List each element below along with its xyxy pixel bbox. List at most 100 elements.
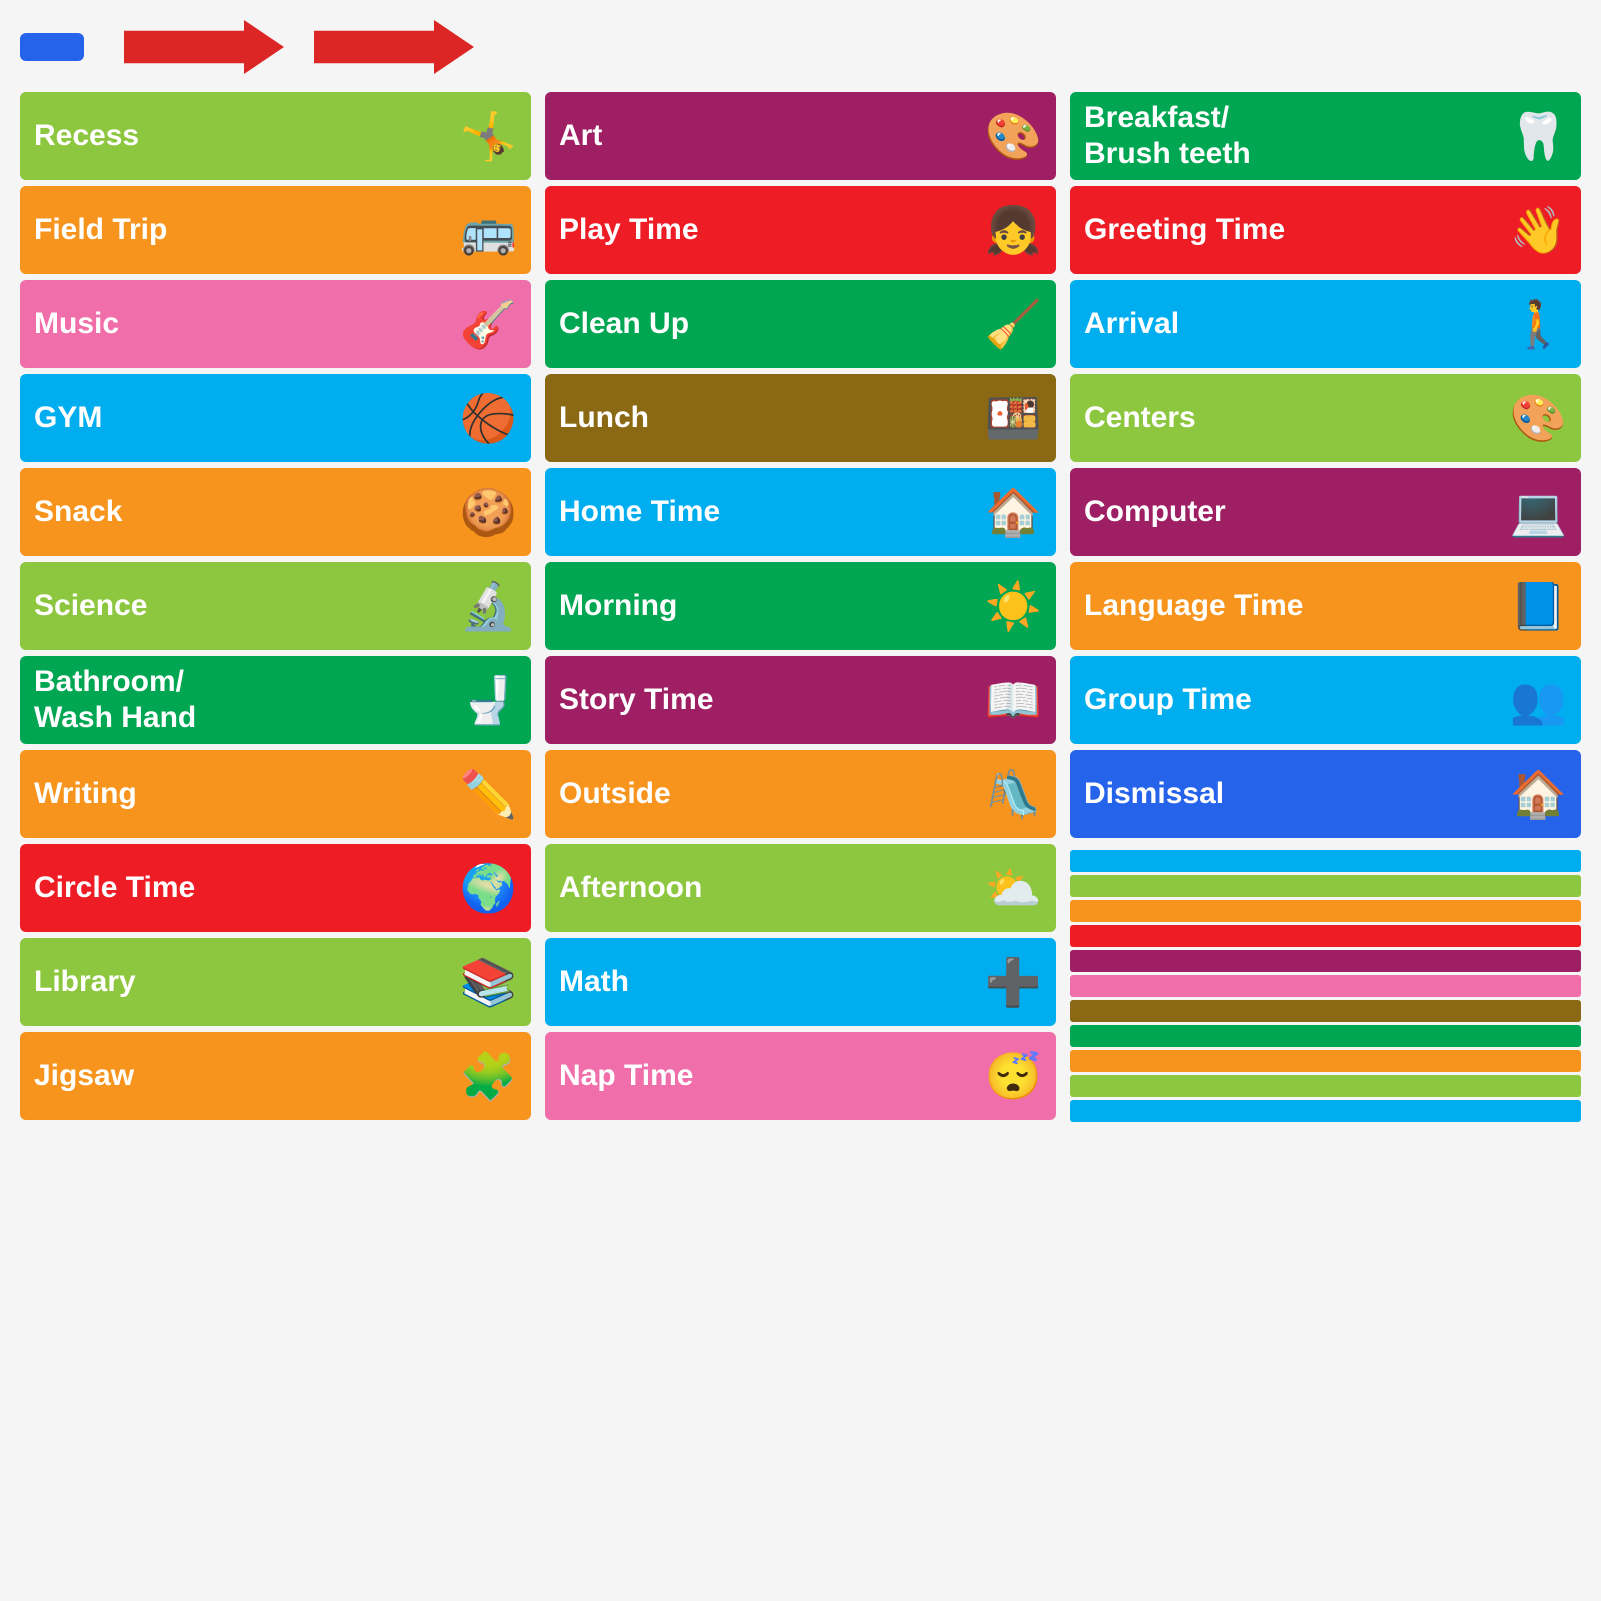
card-icon: ➕ — [985, 955, 1042, 1010]
schedule-card: Recess🤸 — [20, 92, 531, 180]
card-icon: 🚌 — [460, 203, 517, 258]
card-icon: 🎨 — [1510, 391, 1567, 446]
card-icon: 👥 — [1510, 673, 1567, 728]
card-label: Language Time — [1084, 588, 1502, 624]
card-icon: 😴 — [985, 1049, 1042, 1104]
color-strip — [1070, 1050, 1581, 1072]
card-label: Nap Time — [559, 1058, 977, 1094]
color-strip — [1070, 925, 1581, 947]
card-icon: 🍱 — [985, 391, 1042, 446]
color-strip — [1070, 900, 1581, 922]
card-label: Centers — [1084, 400, 1502, 436]
card-label: Breakfast/ Brush teeth — [1084, 100, 1502, 172]
card-label: Art — [559, 118, 977, 154]
schedule-card: Greeting Time👋 — [1070, 186, 1581, 274]
column-2: Art🎨Play Time👧Clean Up🧹Lunch🍱Home Time🏠M… — [545, 92, 1056, 1120]
schedule-card: Science🔬 — [20, 562, 531, 650]
arrows-container — [124, 20, 474, 74]
arrow-left-2 — [314, 20, 474, 74]
card-icon: 🎸 — [460, 297, 517, 352]
schedule-card: Art🎨 — [545, 92, 1056, 180]
card-label: Library — [34, 964, 452, 1000]
card-icon: 🌍 — [460, 861, 517, 916]
card-icon: 🧩 — [460, 1049, 517, 1104]
color-strip — [1070, 950, 1581, 972]
color-strips — [1070, 850, 1581, 1122]
columns-area: Recess🤸Field Trip🚌Music🎸GYM🏀Snack🍪Scienc… — [20, 92, 1581, 1122]
card-icon: 📘 — [1510, 579, 1567, 634]
schedule-card: Lunch🍱 — [545, 374, 1056, 462]
card-label: Greeting Time — [1084, 212, 1502, 248]
card-label: Morning — [559, 588, 977, 624]
card-label: Science — [34, 588, 452, 624]
schedule-card: Breakfast/ Brush teeth🦷 — [1070, 92, 1581, 180]
header-area — [20, 20, 1581, 74]
card-icon: 👧 — [985, 203, 1042, 258]
color-strip — [1070, 850, 1581, 872]
card-icon: 🍪 — [460, 485, 517, 540]
card-label: Math — [559, 964, 977, 1000]
card-icon: 🤸 — [460, 109, 517, 164]
schedule-card: Circle Time🌍 — [20, 844, 531, 932]
schedule-card: GYM🏀 — [20, 374, 531, 462]
card-label: Snack — [34, 494, 452, 530]
color-strip — [1070, 1000, 1581, 1022]
card-icon: 🛝 — [985, 767, 1042, 822]
card-icon: 🎨 — [985, 109, 1042, 164]
color-strip — [1070, 1025, 1581, 1047]
card-icon: 🏠 — [985, 485, 1042, 540]
schedule-card: Music🎸 — [20, 280, 531, 368]
schedule-card: Snack🍪 — [20, 468, 531, 556]
schedule-card: Writing✏️ — [20, 750, 531, 838]
card-label: Computer — [1084, 494, 1502, 530]
color-strip — [1070, 1100, 1581, 1122]
arrow-left-1 — [124, 20, 284, 74]
schedule-card: Morning☀️ — [545, 562, 1056, 650]
color-strip — [1070, 1075, 1581, 1097]
card-icon: 📚 — [460, 955, 517, 1010]
card-label: Field Trip — [34, 212, 452, 248]
card-icon: ⛅ — [985, 861, 1042, 916]
schedule-card: Home Time🏠 — [545, 468, 1056, 556]
color-strip — [1070, 875, 1581, 897]
schedule-card: Clean Up🧹 — [545, 280, 1056, 368]
schedule-card: Afternoon⛅ — [545, 844, 1056, 932]
schedule-card: Centers🎨 — [1070, 374, 1581, 462]
card-icon: 💻 — [1510, 485, 1567, 540]
card-label: Recess — [34, 118, 452, 154]
card-label: Afternoon — [559, 870, 977, 906]
card-label: Bathroom/ Wash Hand — [34, 664, 452, 736]
card-label: Story Time — [559, 682, 977, 718]
schedule-card: Math➕ — [545, 938, 1056, 1026]
card-icon: 🚶 — [1510, 297, 1567, 352]
schedule-card: Play Time👧 — [545, 186, 1056, 274]
schedule-card: Jigsaw🧩 — [20, 1032, 531, 1120]
schedule-card: Computer💻 — [1070, 468, 1581, 556]
card-icon: 🏠 — [1510, 767, 1567, 822]
card-icon: 🦷 — [1510, 109, 1567, 164]
card-label: GYM — [34, 400, 452, 436]
main-container: Recess🤸Field Trip🚌Music🎸GYM🏀Snack🍪Scienc… — [0, 0, 1601, 1601]
card-label: Home Time — [559, 494, 977, 530]
schedule-card: Library📚 — [20, 938, 531, 1026]
schedule-card: Arrival🚶 — [1070, 280, 1581, 368]
card-icon: 🏀 — [460, 391, 517, 446]
color-strip — [1070, 975, 1581, 997]
schedule-card: Language Time📘 — [1070, 562, 1581, 650]
card-icon: ✏️ — [460, 767, 517, 822]
card-icon: 🔬 — [460, 579, 517, 634]
title-box — [20, 33, 84, 61]
card-icon: 🧹 — [985, 297, 1042, 352]
card-icon: 👋 — [1510, 203, 1567, 258]
schedule-card: Group Time👥 — [1070, 656, 1581, 744]
card-label: Arrival — [1084, 306, 1502, 342]
card-label: Dismissal — [1084, 776, 1502, 812]
column-1: Recess🤸Field Trip🚌Music🎸GYM🏀Snack🍪Scienc… — [20, 92, 531, 1120]
card-icon: ☀️ — [985, 579, 1042, 634]
card-label: Circle Time — [34, 870, 452, 906]
schedule-card: Story Time📖 — [545, 656, 1056, 744]
card-label: Group Time — [1084, 682, 1502, 718]
card-icon: 🚽 — [460, 673, 517, 728]
card-icon: 📖 — [985, 673, 1042, 728]
card-label: Clean Up — [559, 306, 977, 342]
